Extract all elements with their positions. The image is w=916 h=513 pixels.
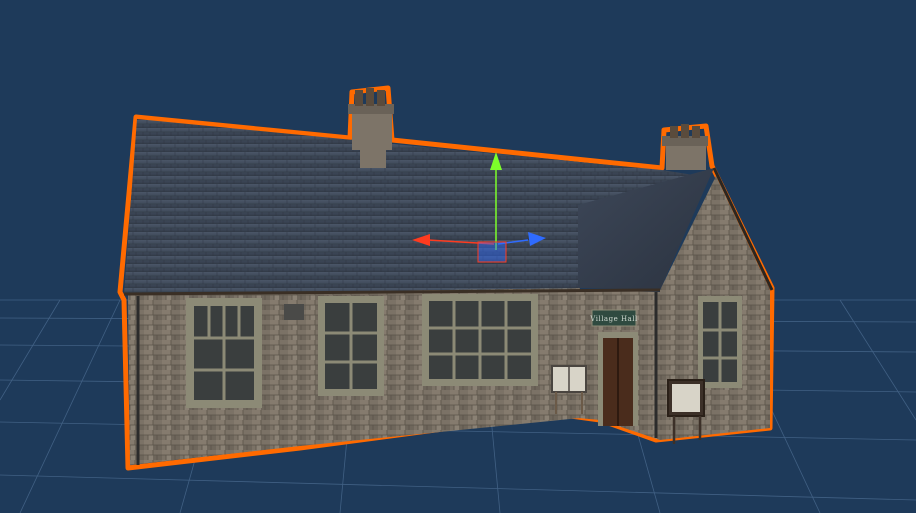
front-door — [598, 332, 638, 426]
wall-plaque — [284, 304, 304, 320]
hall-sign-text: Village Hall — [589, 315, 638, 323]
scene-viewport[interactable]: Village Hall — [0, 0, 916, 513]
window-3 — [422, 294, 538, 386]
window-4 — [698, 296, 742, 388]
hall-sign: Village Hall — [589, 309, 638, 327]
window-1 — [186, 298, 262, 408]
scene-canvas[interactable]: Village Hall — [0, 0, 916, 513]
xy-plane-handle[interactable] — [477, 241, 507, 263]
window-2 — [318, 296, 384, 396]
